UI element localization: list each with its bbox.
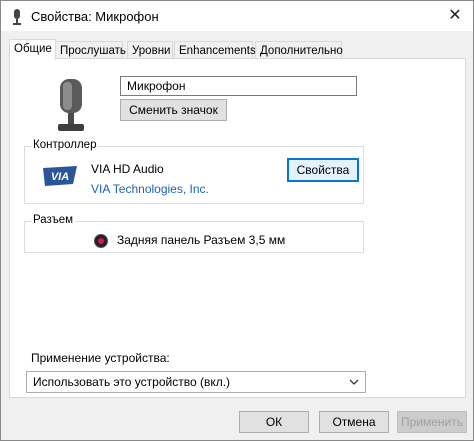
tab-levels[interactable]: Уровни — [127, 41, 173, 59]
device-name-field[interactable]: Микрофон — [120, 76, 357, 96]
cancel-button[interactable]: Отмена — [319, 411, 389, 433]
tab-advanced[interactable]: Дополнительно — [255, 41, 343, 59]
jack-group-label: Разъем — [31, 214, 76, 226]
controller-manufacturer-link[interactable]: VIA Technologies, Inc. — [91, 182, 209, 196]
device-usage-label: Применение устройства: — [31, 351, 170, 365]
apply-button[interactable]: Применить — [397, 411, 467, 433]
chevron-down-icon — [349, 379, 359, 385]
title-bar: Свойства: Микрофон ✕ — [1, 1, 473, 31]
change-icon-button[interactable]: Сменить значок — [120, 99, 227, 121]
controller-group: Контроллер VIA VIA HD Audio VIA Technolo… — [24, 139, 364, 204]
jack-description: Задняя панель Разъем 3,5 мм — [117, 233, 286, 247]
general-panel: Микрофон Сменить значок Контроллер VIA V… — [9, 58, 466, 398]
close-button[interactable]: ✕ — [443, 5, 467, 27]
device-usage-select[interactable]: Использовать это устройство (вкл.) — [26, 371, 366, 393]
window-title: Свойства: Микрофон — [31, 9, 159, 24]
jack-group: Разъем Задняя панель Разъем 3,5 мм — [24, 214, 364, 253]
tab-enhancements[interactable]: Enhancements — [174, 41, 256, 59]
device-usage-value: Использовать это устройство (вкл.) — [33, 375, 231, 389]
device-microphone-icon — [58, 79, 84, 131]
controller-group-label: Контроллер — [31, 139, 99, 151]
properties-window: Свойства: Микрофон ✕ Общие Прослушать Ур… — [0, 0, 474, 441]
via-logo: VIA — [43, 166, 77, 186]
tab-general[interactable]: Общие — [9, 39, 56, 60]
svg-text:VIA: VIA — [51, 171, 69, 183]
close-icon: ✕ — [448, 7, 462, 24]
microphone-icon — [13, 9, 21, 25]
ok-button[interactable]: ОК — [239, 411, 309, 433]
controller-name: VIA HD Audio — [91, 162, 164, 176]
tab-listen[interactable]: Прослушать — [55, 41, 126, 59]
jack-icon — [94, 234, 108, 248]
controller-properties-button[interactable]: Свойства — [287, 158, 359, 182]
